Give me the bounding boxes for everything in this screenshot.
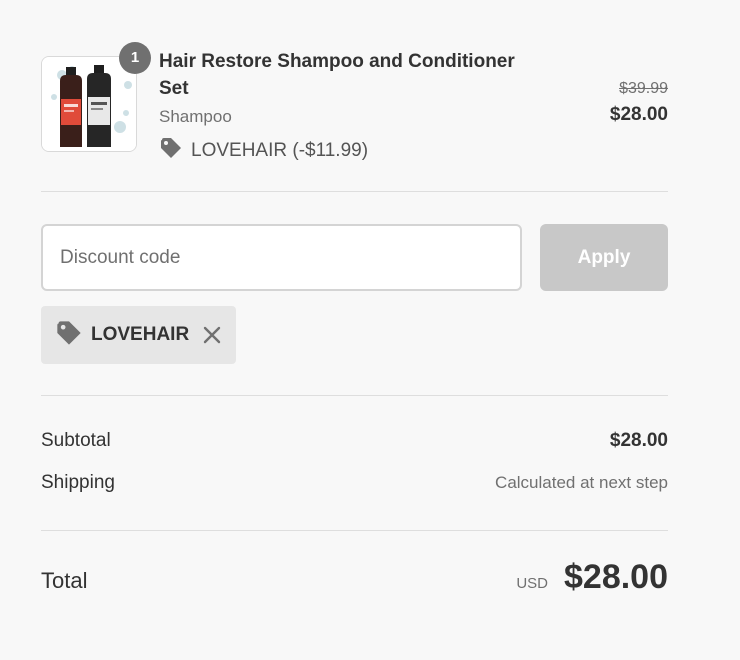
product-discount: LOVEHAIR (-$11.99) xyxy=(159,136,539,166)
applied-code-label: LOVEHAIR xyxy=(91,324,190,345)
tag-icon xyxy=(159,136,191,166)
close-icon[interactable] xyxy=(203,326,221,344)
product-title: Hair Restore Shampoo and Conditioner Set xyxy=(159,51,515,99)
quantity-badge: 1 xyxy=(119,42,151,74)
subtotal-value: $28.00 xyxy=(609,430,668,451)
currency-code: USD xyxy=(516,575,548,592)
total-value: $28.00 xyxy=(564,558,668,596)
divider xyxy=(41,191,668,192)
shipping-value: Calculated at next step xyxy=(495,473,668,492)
divider xyxy=(41,530,668,531)
original-price: $39.99 xyxy=(619,80,668,97)
current-price: $28.00 xyxy=(609,104,668,125)
applied-discount-tag: LOVEHAIR xyxy=(41,306,236,364)
divider xyxy=(41,395,668,396)
shipping-label: Shipping xyxy=(41,472,115,493)
total-row: Total USD $28.00 xyxy=(41,558,668,597)
product-image xyxy=(41,56,137,152)
apply-button[interactable]: Apply xyxy=(540,224,668,291)
line-item: 1 Hair Restore Shampoo and Conditioner S… xyxy=(41,42,668,162)
shipping-row: Shipping Calculated at next step xyxy=(41,472,668,494)
product-variant: Shampoo xyxy=(159,107,232,126)
total-label: Total xyxy=(41,568,88,593)
subtotal-label: Subtotal xyxy=(41,430,111,451)
discount-code-input[interactable] xyxy=(41,224,522,291)
subtotal-row: Subtotal $28.00 xyxy=(41,430,668,452)
product-discount-label: LOVEHAIR (-$11.99) xyxy=(191,140,369,161)
tag-icon xyxy=(55,319,83,352)
